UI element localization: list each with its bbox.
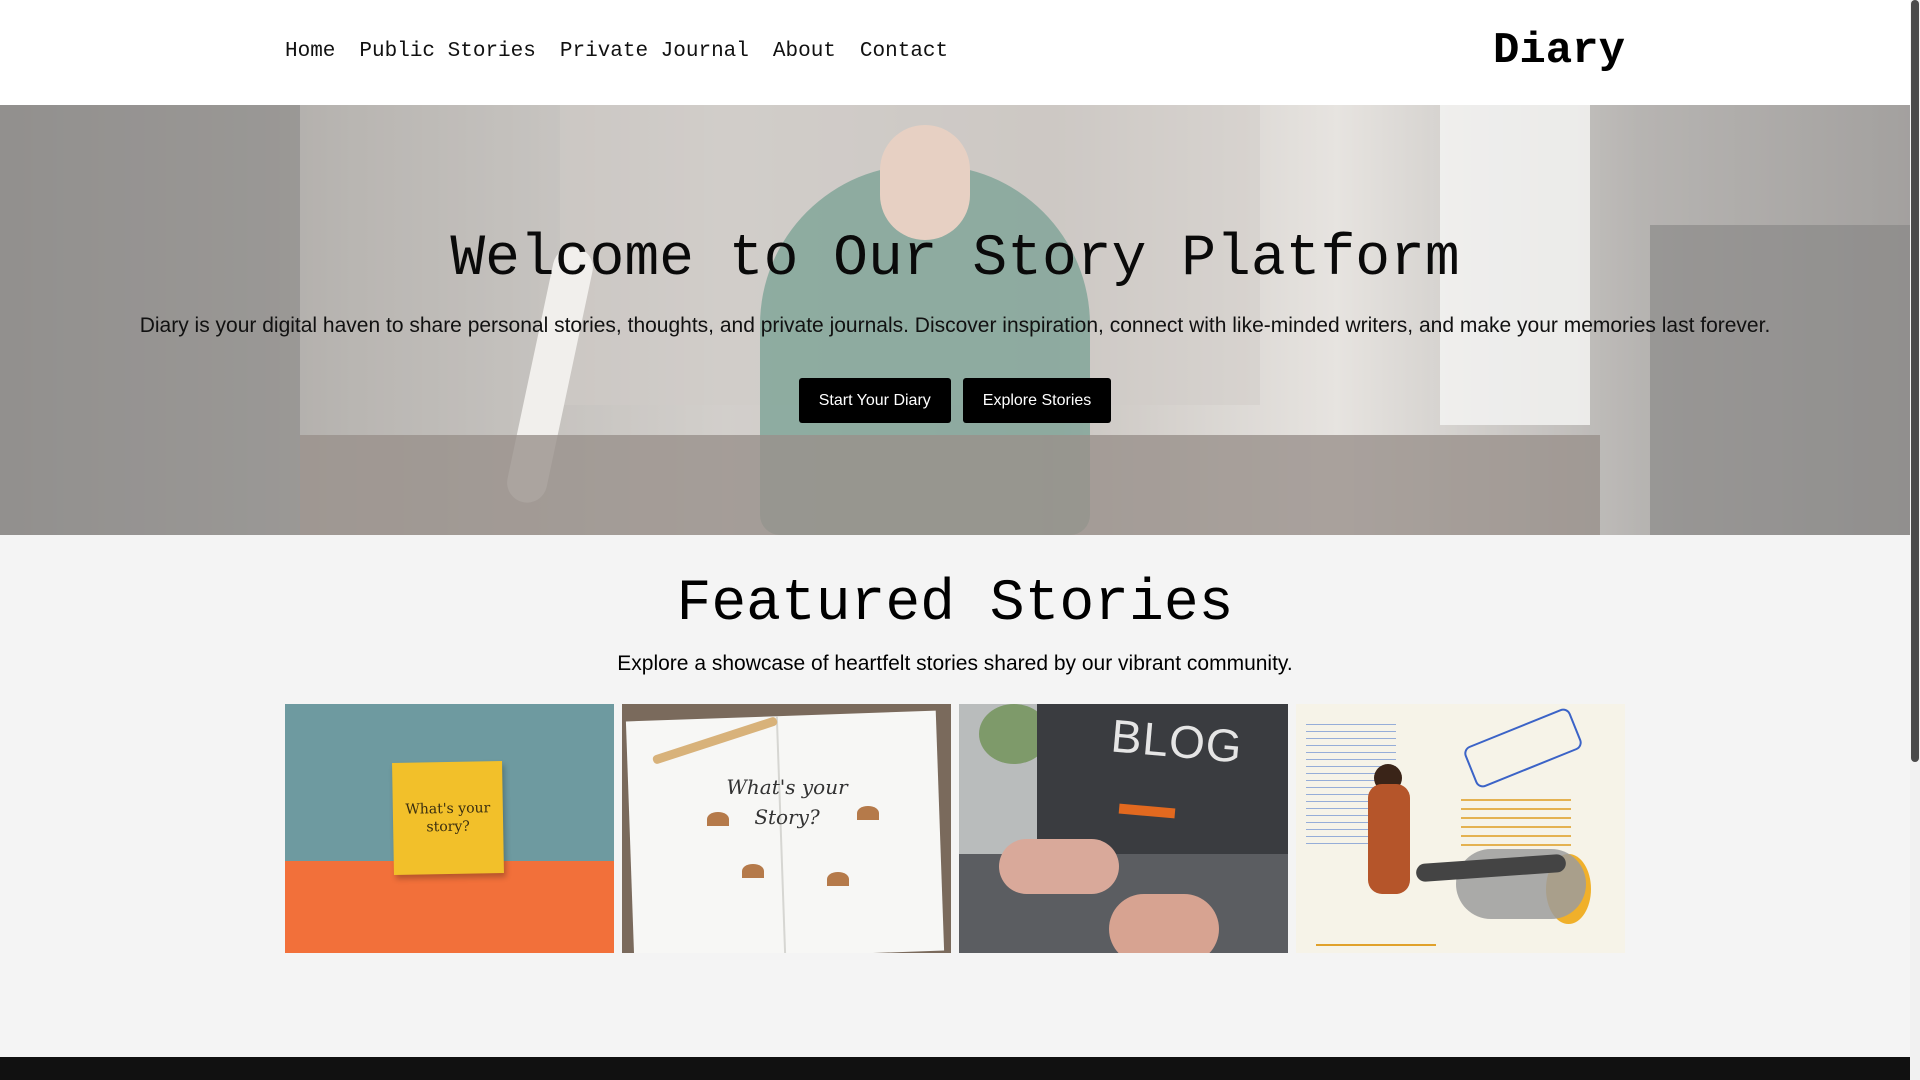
card2-shaving [827, 872, 849, 886]
story-card-4[interactable] [1296, 704, 1625, 953]
card2-shaving [707, 812, 729, 826]
brand-logo[interactable]: Diary [1493, 24, 1625, 78]
featured-title: Featured Stories [676, 572, 1234, 637]
nav-contact-link[interactable]: Contact [860, 38, 948, 66]
hero-section: Welcome to Our Story Platform Diary is y… [0, 105, 1910, 535]
nav-private-journal-link[interactable]: Private Journal [560, 38, 749, 66]
nav-public-stories-link[interactable]: Public Stories [359, 38, 535, 66]
hero-subtitle: Diary is your digital haven to share per… [139, 314, 1771, 337]
card2-handwriting: What's your Story? [726, 775, 848, 829]
card2-shaving [742, 864, 764, 878]
page: Home Public Stories Private Journal Abou… [0, 0, 1910, 1080]
scrollbar-thumb[interactable] [1911, 0, 1919, 762]
footer-strip [0, 1057, 1910, 1080]
card4-person [1368, 784, 1410, 894]
scrollbar[interactable] [1910, 0, 1920, 1080]
story-card-1[interactable]: What's your story? [285, 704, 614, 953]
card3-hand-right [1109, 894, 1219, 953]
explore-stories-button[interactable]: Explore Stories [962, 378, 1112, 423]
card4-pulse-line [1316, 904, 1436, 946]
card3-blog-text: BLOG [1108, 709, 1245, 773]
card2-shaving [857, 806, 879, 820]
card4-wave-lines [1461, 792, 1571, 852]
main-nav: Home Public Stories Private Journal Abou… [285, 38, 948, 66]
hero-content: Welcome to Our Story Platform Diary is y… [0, 105, 1910, 535]
story-card-3[interactable]: BLOG [959, 704, 1288, 953]
card1-sticky-note: What's your story? [392, 761, 504, 875]
hero-buttons: Start Your Diary Explore Stories [0, 378, 1910, 423]
card2-notebook-spine [775, 716, 787, 953]
hero-title: Welcome to Our Story Platform [450, 227, 1460, 292]
card4-arrow-icon [1461, 706, 1585, 790]
start-diary-button[interactable]: Start Your Diary [798, 378, 951, 423]
nav-home-link[interactable]: Home [285, 38, 335, 66]
site-header: Home Public Stories Private Journal Abou… [0, 0, 1910, 105]
story-card-2[interactable]: What's your Story? [622, 704, 951, 953]
featured-subtitle: Explore a showcase of heartfelt stories … [617, 652, 1293, 675]
featured-cards: What's your story? What's your Story? BL… [285, 704, 1625, 953]
card1-floor [285, 861, 614, 953]
nav-about-link[interactable]: About [773, 38, 836, 66]
card3-hand-left [999, 839, 1119, 894]
